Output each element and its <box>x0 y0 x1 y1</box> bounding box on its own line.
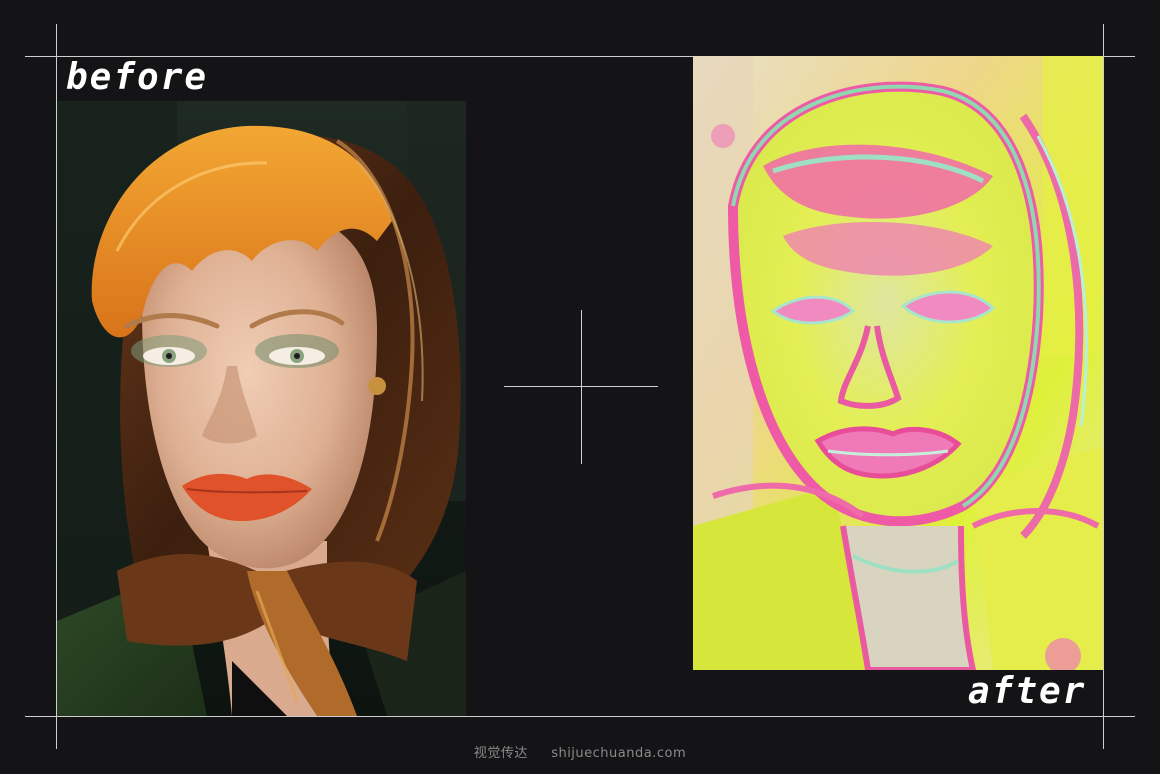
plus-sign-vertical <box>581 310 582 464</box>
watermark-site: shijuechuanda.com <box>551 746 687 761</box>
after-label: after <box>968 671 1087 712</box>
before-portrait-illustration <box>57 101 466 716</box>
before-image <box>57 101 466 716</box>
after-image <box>693 56 1103 670</box>
right-guide-line <box>1103 24 1104 749</box>
before-label: before <box>66 57 209 98</box>
watermark: 视觉传达 shijuechuanda.com <box>0 742 1160 761</box>
watermark-cn: 视觉传达 <box>473 746 528 761</box>
after-neon-portrait-illustration <box>693 56 1103 670</box>
bottom-guide-line <box>25 716 1135 717</box>
